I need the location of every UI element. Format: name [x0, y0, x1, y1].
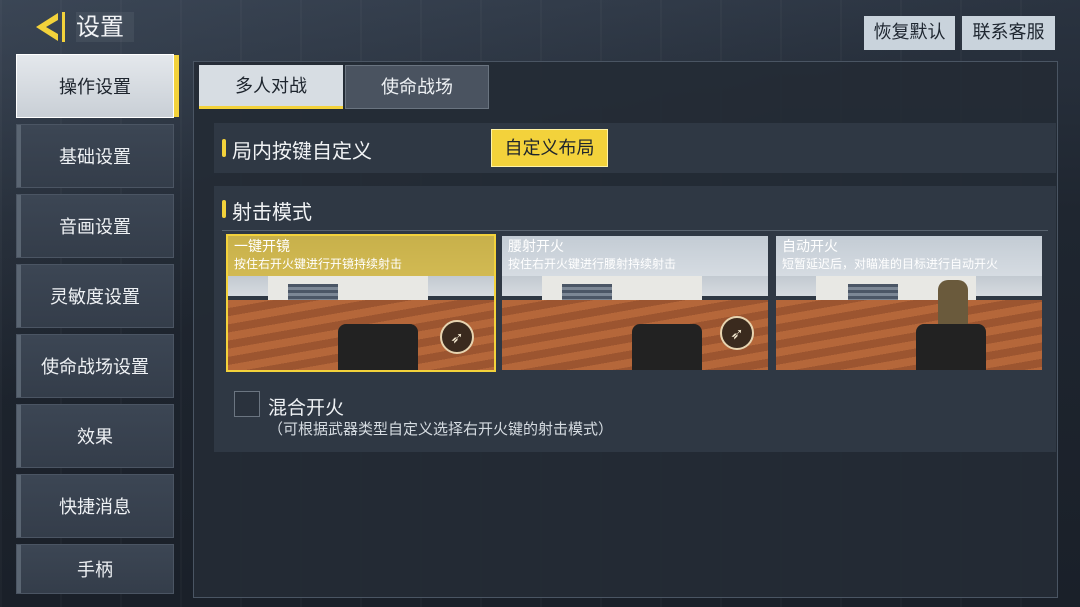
card-caption: 自动开火 短暂延迟后，对瞄准的目标进行自动开火 [776, 236, 1042, 276]
card-description: 短暂延迟后，对瞄准的目标进行自动开火 [782, 257, 999, 271]
card-description: 按住右开火键进行腰射持续射击 [508, 257, 677, 271]
tab-multiplayer[interactable]: 多人对战 [199, 65, 343, 109]
card-title: 自动开火 [782, 239, 838, 255]
divider [222, 230, 1048, 231]
gun-image [338, 324, 418, 370]
back-button[interactable] [30, 10, 70, 44]
reset-default-button[interactable]: 恢复默认 [864, 16, 955, 50]
sidebar-item-label: 手柄 [77, 560, 113, 581]
custom-layout-button[interactable]: 自定义布局 [491, 129, 608, 167]
section-marker [222, 139, 226, 157]
section-title: 局内按键自定义 [232, 139, 372, 163]
mixed-fire-checkbox[interactable] [234, 391, 260, 417]
sidebar-item-controller[interactable]: 手柄 [16, 544, 174, 594]
sidebar-item-label: 音画设置 [59, 217, 131, 238]
sidebar-item-label: 基础设置 [59, 147, 131, 168]
fire-mode-card-hipfire[interactable]: 腰射开火 按住右开火键进行腰射持续射击 ➶ [500, 234, 770, 372]
gun-image [632, 324, 702, 370]
scene-floor [776, 300, 1042, 370]
bullet-icon: ➶ [720, 316, 754, 350]
card-caption: 一键开镜 按住右开火键进行开镜持续射击 [228, 236, 494, 276]
sidebar-item-label: 使命战场设置 [41, 357, 149, 378]
sidebar-item-sensitivity[interactable]: 灵敏度设置 [16, 264, 174, 328]
contact-support-button[interactable]: 联系客服 [962, 16, 1055, 50]
page-title: 设置 [76, 12, 134, 42]
sidebar-item-effects[interactable]: 效果 [16, 404, 174, 468]
sidebar-item-controls[interactable]: 操作设置 [16, 54, 179, 118]
sidebar-item-label: 灵敏度设置 [50, 287, 140, 308]
fire-mode-section: 射击模式 一键开镜 按住右开火键进行开镜持续射击 ➶ 腰射开火 按住右开火键进行… [214, 186, 1056, 452]
settings-panel: 多人对战 使命战场 局内按键自定义 自定义布局 射击模式 一键开镜 按住右开火键… [193, 61, 1058, 598]
sidebar-item-audio-graphics[interactable]: 音画设置 [16, 194, 174, 258]
gun-image [916, 324, 986, 370]
card-title: 腰射开火 [508, 239, 564, 255]
card-caption: 腰射开火 按住右开火键进行腰射持续射击 [502, 236, 768, 276]
tab-battle-royale[interactable]: 使命战场 [345, 65, 489, 109]
section-title: 射击模式 [232, 200, 312, 224]
sidebar-item-basic[interactable]: 基础设置 [16, 124, 174, 188]
card-description: 按住右开火键进行开镜持续射击 [234, 257, 403, 271]
sidebar-item-label: 效果 [77, 427, 113, 448]
sidebar-item-battle-royale[interactable]: 使命战场设置 [16, 334, 174, 398]
custom-keys-section: 局内按键自定义 自定义布局 [214, 123, 1056, 173]
sidebar-item-quick-messages[interactable]: 快捷消息 [16, 474, 174, 538]
card-title: 一键开镜 [234, 239, 290, 255]
mixed-fire-label: 混合开火 [268, 397, 345, 419]
fire-mode-card-ads[interactable]: 一键开镜 按住右开火键进行开镜持续射击 ➶ [226, 234, 496, 372]
sidebar-item-label: 操作设置 [59, 77, 131, 98]
back-arrow-icon [36, 12, 65, 42]
mixed-fire-hint: （可根据武器类型自定义选择右开火键的射击模式） [268, 420, 614, 438]
sidebar-item-label: 快捷消息 [59, 497, 131, 518]
fire-mode-card-auto[interactable]: 自动开火 短暂延迟后，对瞄准的目标进行自动开火 [774, 234, 1044, 372]
section-marker [222, 200, 226, 218]
bullet-icon: ➶ [440, 320, 474, 354]
